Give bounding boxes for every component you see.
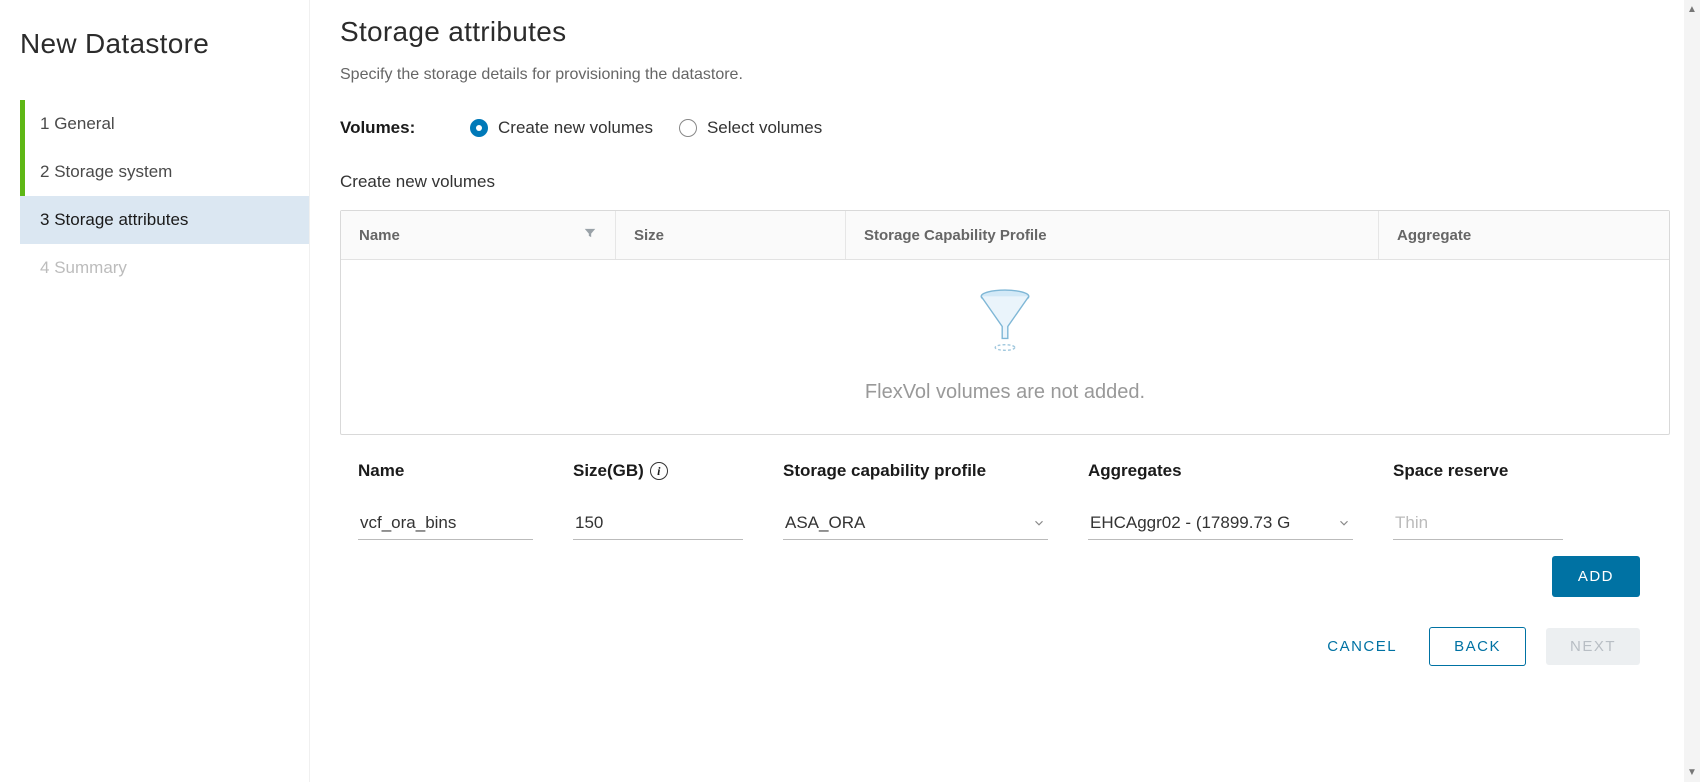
wizard-footer: CANCEL BACK NEXT xyxy=(340,627,1670,666)
radio-select-volumes[interactable]: Select volumes xyxy=(679,118,822,138)
page-description: Specify the storage details for provisio… xyxy=(340,66,1670,84)
wizard-step-storage-system[interactable]: 2 Storage system xyxy=(20,148,309,196)
select-value: Thin xyxy=(1395,513,1428,532)
volumes-radio-group: Volumes: Create new volumes Select volum… xyxy=(340,118,1670,138)
aggregates-label: Aggregates xyxy=(1088,461,1353,481)
cancel-button[interactable]: CANCEL xyxy=(1315,628,1409,665)
col-header-label: Aggregate xyxy=(1397,227,1471,244)
space-reserve-label: Space reserve xyxy=(1393,461,1563,481)
step-label: Storage attributes xyxy=(54,210,188,229)
volumes-label: Volumes: xyxy=(340,118,450,138)
scroll-down-icon[interactable]: ▼ xyxy=(1687,767,1697,778)
scp-select[interactable]: ASA_ORA xyxy=(783,509,1048,540)
space-reserve-select: Thin xyxy=(1393,509,1563,540)
section-label: Create new volumes xyxy=(340,172,1670,192)
col-header-label: Storage Capability Profile xyxy=(864,227,1047,244)
col-header-aggregate[interactable]: Aggregate xyxy=(1379,211,1669,259)
step-num: 3 xyxy=(40,210,49,229)
volumes-table: Name Size Storage Capability Profile Agg… xyxy=(340,210,1670,435)
wizard-sidebar: New Datastore 1 General 2 Storage system… xyxy=(0,0,310,782)
col-header-storage-capability-profile[interactable]: Storage Capability Profile xyxy=(846,211,1379,259)
funnel-icon xyxy=(970,288,1040,361)
name-input[interactable] xyxy=(358,509,533,540)
select-value: EHCAggr02 - (17899.73 G xyxy=(1090,513,1290,532)
step-label: Summary xyxy=(54,258,127,277)
empty-message: FlexVol volumes are not added. xyxy=(865,381,1145,404)
col-header-name[interactable]: Name xyxy=(341,211,616,259)
volumes-table-empty: FlexVol volumes are not added. xyxy=(341,260,1669,434)
radio-icon xyxy=(679,119,697,137)
wizard-content: Storage attributes Specify the storage d… xyxy=(310,0,1700,782)
wizard-step-summary: 4 Summary xyxy=(20,244,309,292)
scroll-up-icon[interactable]: ▲ xyxy=(1687,4,1697,15)
select-value: ASA_ORA xyxy=(785,513,865,532)
size-label-text: Size(GB) xyxy=(573,461,644,481)
radio-label: Create new volumes xyxy=(498,118,653,138)
col-header-label: Size xyxy=(634,227,664,244)
col-header-label: Name xyxy=(359,227,400,244)
wizard-step-general[interactable]: 1 General xyxy=(20,100,309,148)
add-button[interactable]: ADD xyxy=(1552,556,1640,597)
chevron-down-icon xyxy=(1032,515,1046,535)
page-title: Storage attributes xyxy=(340,16,1670,48)
info-icon[interactable]: i xyxy=(650,462,668,480)
radio-icon xyxy=(470,119,488,137)
wizard-step-storage-attributes[interactable]: 3 Storage attributes xyxy=(20,196,309,244)
step-num: 1 xyxy=(40,114,49,133)
step-label: General xyxy=(54,114,114,133)
aggregates-select[interactable]: EHCAggr02 - (17899.73 G xyxy=(1088,509,1353,540)
radio-label: Select volumes xyxy=(707,118,822,138)
step-num: 4 xyxy=(40,258,49,277)
size-label: Size(GB) i xyxy=(573,461,743,481)
vertical-scrollbar[interactable]: ▲ ▼ xyxy=(1684,0,1700,782)
volumes-table-header: Name Size Storage Capability Profile Agg… xyxy=(341,211,1669,260)
new-volume-form: Name Size(GB) i Storage capability profi… xyxy=(340,461,1670,540)
next-button: NEXT xyxy=(1546,628,1640,665)
col-header-size[interactable]: Size xyxy=(616,211,846,259)
step-num: 2 xyxy=(40,162,49,181)
size-input[interactable] xyxy=(573,509,743,540)
back-button[interactable]: BACK xyxy=(1429,627,1526,666)
name-label: Name xyxy=(358,461,533,481)
wizard-steps: 1 General 2 Storage system 3 Storage att… xyxy=(20,100,309,292)
chevron-down-icon xyxy=(1337,515,1351,535)
filter-icon[interactable] xyxy=(583,226,597,244)
radio-create-new-volumes[interactable]: Create new volumes xyxy=(470,118,653,138)
scp-label: Storage capability profile xyxy=(783,461,1048,481)
step-label: Storage system xyxy=(54,162,172,181)
wizard-title: New Datastore xyxy=(20,28,309,60)
